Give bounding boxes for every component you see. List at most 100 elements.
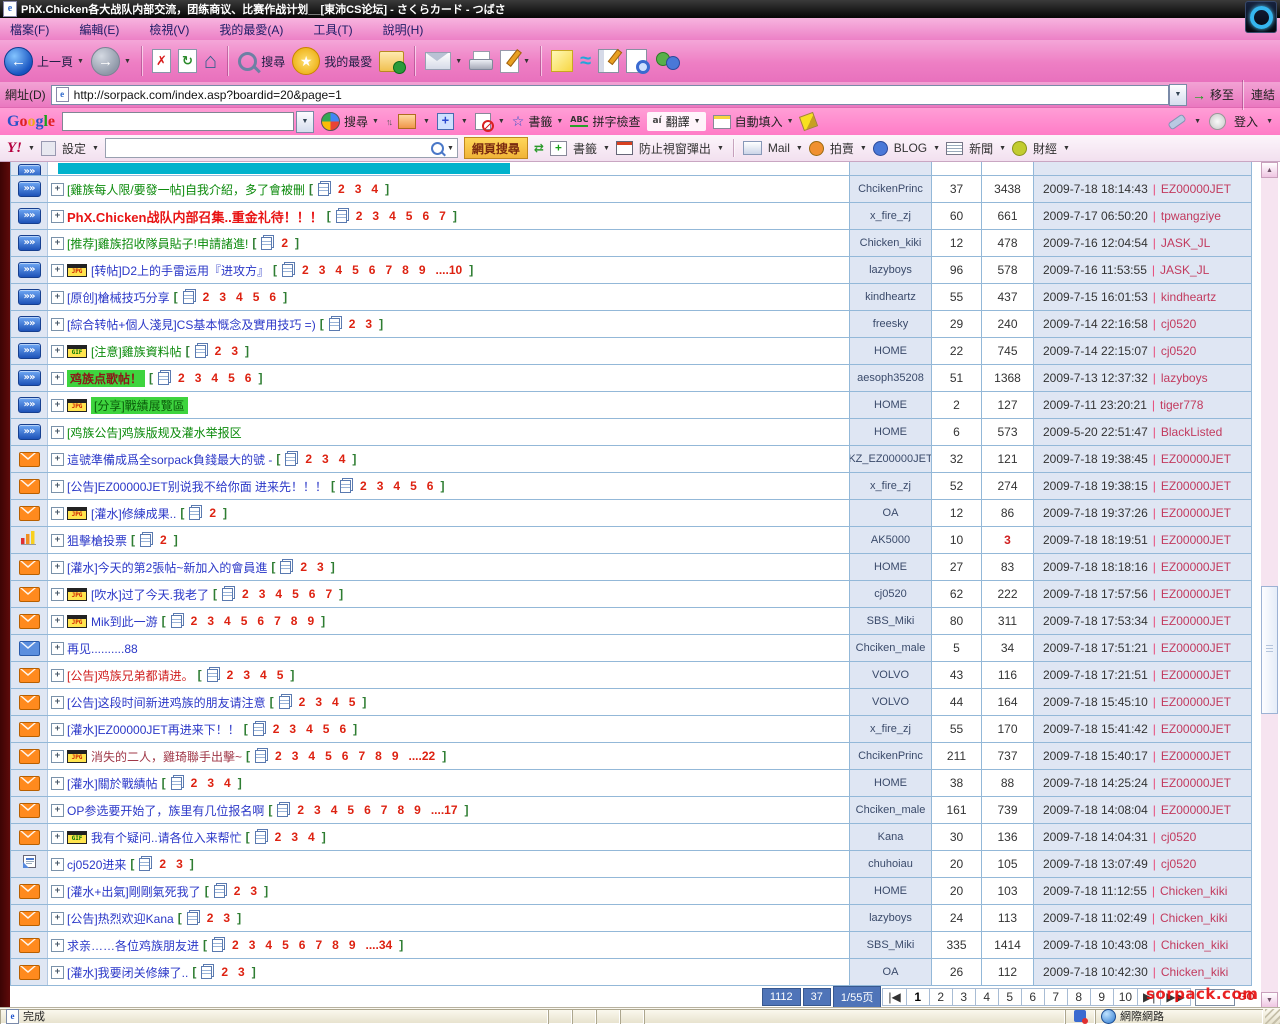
thread-page-link[interactable]: 6 <box>342 749 349 763</box>
last-poster-link[interactable]: EZ00000JET <box>1161 452 1231 466</box>
menu-view[interactable]: 檢視(V) <box>149 21 189 38</box>
expand-toggle[interactable]: + <box>51 723 64 736</box>
thread-page-link[interactable]: 2 <box>191 776 198 790</box>
envelope-icon[interactable] <box>19 938 40 953</box>
expand-toggle[interactable]: + <box>51 777 64 790</box>
thread-title-link[interactable]: [分享]戰績展覽區 <box>91 397 188 414</box>
author-link[interactable]: OA <box>883 966 899 978</box>
news-icon[interactable] <box>946 142 963 155</box>
thread-page-link[interactable]: 3 <box>292 749 299 763</box>
author-link[interactable]: aesoph35208 <box>857 372 924 384</box>
envelope-icon[interactable] <box>19 695 40 710</box>
last-poster-link[interactable]: cj0520 <box>1161 830 1196 844</box>
yahoo-search-input[interactable]: ▼ <box>105 138 458 158</box>
thread-page-link[interactable]: 7 <box>439 209 446 223</box>
sticky-note-button[interactable] <box>551 50 573 72</box>
home-button[interactable]: ⌂ <box>204 50 217 72</box>
thread-page-link[interactable]: 3 <box>249 938 256 952</box>
expand-toggle[interactable]: + <box>51 885 64 898</box>
research-button[interactable] <box>626 49 647 73</box>
thread-page-link[interactable]: 5 <box>253 290 260 304</box>
thread-page-link[interactable]: 9 <box>307 614 314 628</box>
last-poster-link[interactable]: Chicken_kiki <box>1161 965 1228 979</box>
thread-page-link[interactable]: 5 <box>282 938 289 952</box>
envelope-icon[interactable] <box>19 884 40 899</box>
chevron-down-icon[interactable]: ▼ <box>1063 145 1070 152</box>
page-link[interactable]: 8 <box>1067 988 1091 1006</box>
web-search-button[interactable]: 網頁搜尋 <box>464 137 528 159</box>
envelope-icon[interactable] <box>19 668 40 683</box>
thread-title-link[interactable]: OP参选要开始了，族里有几位报名啊 <box>67 802 264 819</box>
envelope-icon[interactable] <box>19 830 40 845</box>
envelope-icon[interactable] <box>19 803 40 818</box>
envelope-icon[interactable] <box>19 587 40 602</box>
news-label[interactable]: 新聞 <box>969 140 993 157</box>
thread-page-link[interactable]: 6 <box>299 938 306 952</box>
last-poster-link[interactable]: EZ00000JET <box>1161 560 1231 574</box>
popup-blocker-icon[interactable] <box>475 113 491 130</box>
author-link[interactable]: VOLVO <box>872 696 909 708</box>
menu-file[interactable]: 檔案(F) <box>10 21 49 38</box>
last-poster-link[interactable]: EZ00000JET <box>1161 506 1231 520</box>
expand-toggle[interactable]: + <box>51 966 64 979</box>
arrows-icon[interactable]: »» <box>18 289 41 305</box>
finance-icon[interactable] <box>1012 141 1027 156</box>
last-poster-link[interactable]: Chicken_kiki <box>1161 938 1228 952</box>
arrows-icon[interactable]: »» <box>18 164 41 175</box>
expand-toggle[interactable]: + <box>51 210 64 223</box>
expand-toggle[interactable]: + <box>51 507 64 520</box>
thread-page-link[interactable]: 5 <box>241 614 248 628</box>
thread-page-link[interactable]: 4 <box>393 479 400 493</box>
thread-page-link[interactable]: 2 <box>234 884 241 898</box>
last-poster-link[interactable]: EZ00000JET <box>1161 641 1231 655</box>
expand-toggle[interactable]: + <box>51 750 64 763</box>
envelope-icon[interactable] <box>19 776 40 791</box>
chevron-down-icon[interactable]: ▼ <box>860 145 867 152</box>
thread-page-link[interactable]: 9 <box>392 749 399 763</box>
vertical-scrollbar[interactable]: ▲ ▼ <box>1261 162 1278 1008</box>
thread-title-link[interactable]: [注意]雞族資料帖 <box>91 343 182 360</box>
thread-page-link[interactable]: 3 <box>250 884 257 898</box>
google-search-input[interactable] <box>62 112 294 131</box>
url-input[interactable]: e http://sorpack.com/index.asp?boardid=2… <box>51 85 1169 105</box>
thread-page-link[interactable]: 3 <box>243 668 250 682</box>
thread-page-link[interactable]: 2 <box>242 587 249 601</box>
expand-toggle[interactable]: + <box>51 426 64 439</box>
thread-page-link[interactable]: 4 <box>335 263 342 277</box>
google-search-button[interactable]: 搜尋 ▼ <box>321 112 379 131</box>
url-dropdown-button[interactable]: ▼ <box>1169 84 1187 106</box>
thread-title-link[interactable]: [灌水]關於戰績帖 <box>67 775 158 792</box>
yahoo-logo[interactable]: Y! <box>7 140 22 157</box>
last-poster-link[interactable]: lazyboys <box>1161 371 1208 385</box>
last-poster-link[interactable]: BlackListed <box>1161 425 1222 439</box>
settings-label[interactable]: 設定 <box>62 140 86 157</box>
author-link[interactable]: HOME <box>874 777 907 789</box>
expand-toggle[interactable]: + <box>51 642 64 655</box>
page-link[interactable]: 4 <box>975 988 999 1006</box>
chevron-down-icon[interactable]: ▼ <box>999 145 1006 152</box>
chevron-down-icon[interactable]: ▼ <box>717 145 724 152</box>
forward-button[interactable]: → ▼ <box>91 47 131 76</box>
last-poster-link[interactable]: EZ00000JET <box>1161 695 1231 709</box>
expand-toggle[interactable]: + <box>51 588 64 601</box>
author-link[interactable]: cj0520 <box>874 588 906 600</box>
thread-page-link[interactable]: 5 <box>292 587 299 601</box>
thread-page-link[interactable]: ....10 <box>436 263 463 277</box>
thread-page-link[interactable]: 3 <box>291 830 298 844</box>
arrows-icon[interactable]: »» <box>18 343 41 359</box>
thread-title-link[interactable]: 消失的二人，雞琦聯手出擊~ <box>91 748 242 765</box>
thread-page-link[interactable]: 3 <box>195 371 202 385</box>
thread-page-link[interactable]: 5 <box>277 668 284 682</box>
last-poster-link[interactable]: EZ00000JET <box>1161 533 1231 547</box>
thread-page-link[interactable]: 3 <box>365 317 372 331</box>
last-poster-link[interactable]: EZ00000JET <box>1161 803 1231 817</box>
thread-page-link[interactable]: 4 <box>260 668 267 682</box>
thread-page-link[interactable]: 3 <box>377 479 384 493</box>
expand-toggle[interactable]: + <box>51 372 64 385</box>
blog-icon[interactable] <box>873 141 888 156</box>
chevron-down-icon[interactable]: ▼ <box>603 145 610 152</box>
thread-page-link[interactable]: 4 <box>224 614 231 628</box>
thread-page-link[interactable]: 6 <box>269 290 276 304</box>
last-poster-link[interactable]: Chicken_kiki <box>1160 911 1227 925</box>
author-link[interactable]: x_fire_zj <box>870 723 911 735</box>
